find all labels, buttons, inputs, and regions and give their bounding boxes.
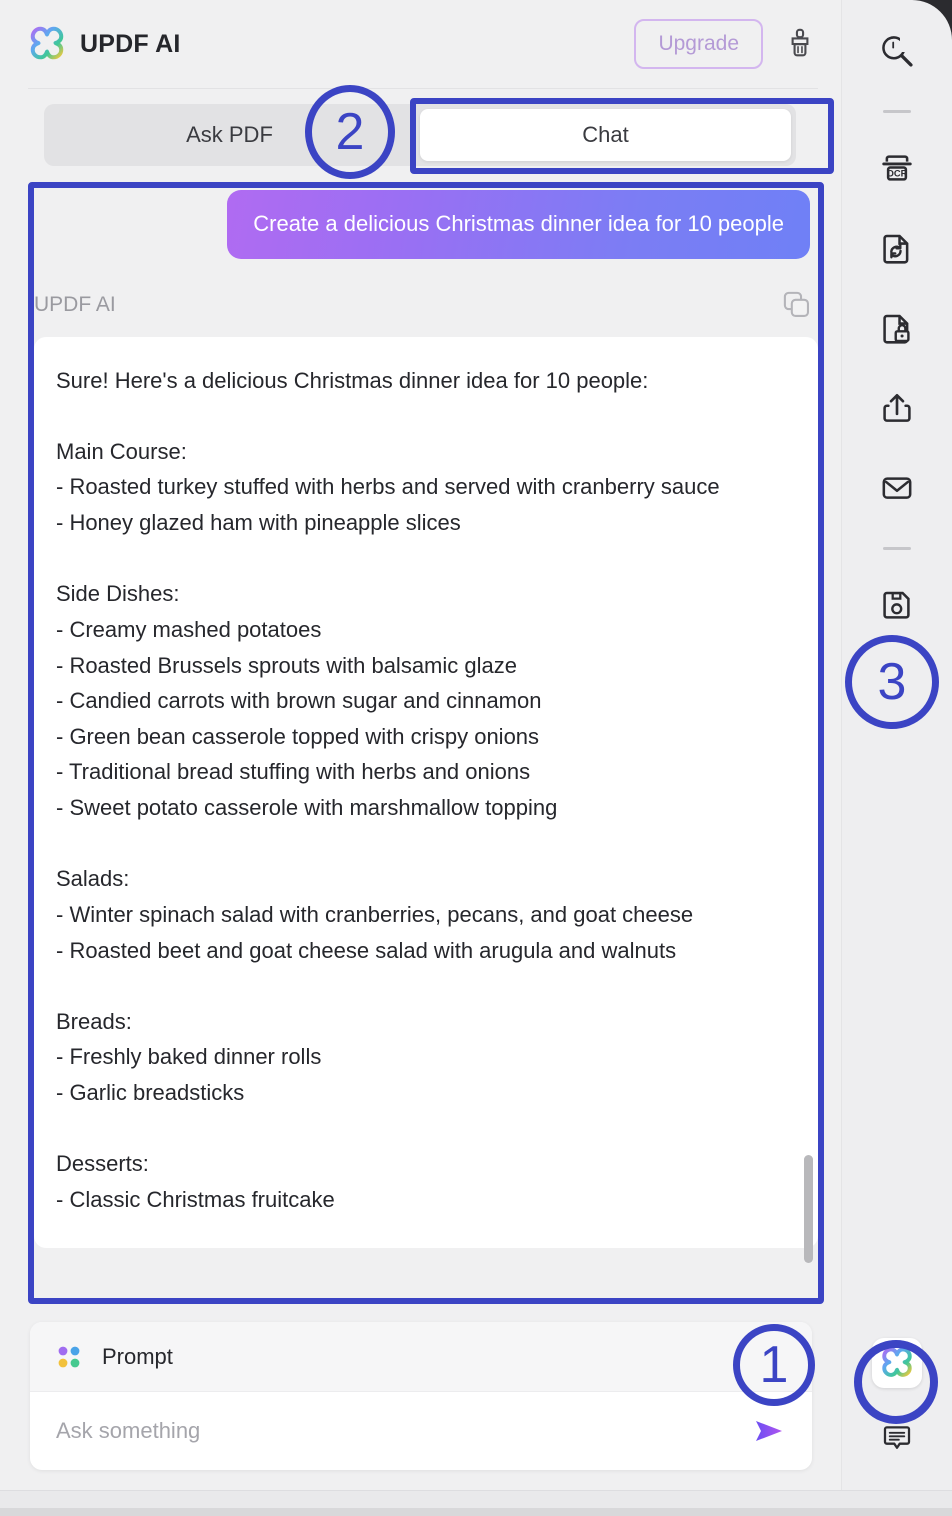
ai-panel: UPDF AI Upgrade Ask PDF Chat Create a de… — [0, 0, 841, 1490]
copy-icon[interactable] — [782, 290, 812, 320]
ask-something-input[interactable] — [56, 1417, 752, 1444]
prompt-header[interactable]: Prompt — [30, 1322, 812, 1392]
brand: UPDF AI — [28, 25, 180, 63]
prompt-card: Prompt — [30, 1322, 812, 1470]
chat-scrollbar-thumb[interactable] — [804, 1155, 813, 1263]
toolbar-bottom-group — [870, 1338, 924, 1464]
svg-text:OCR: OCR — [887, 169, 908, 179]
email-icon[interactable] — [870, 461, 924, 515]
convert-document-icon[interactable] — [870, 221, 924, 275]
tab-ask-pdf[interactable]: Ask PDF — [44, 104, 415, 166]
ocr-icon[interactable]: OCR — [870, 141, 924, 195]
four-dots-icon — [56, 1344, 82, 1370]
protect-document-icon[interactable] — [870, 301, 924, 355]
header-divider — [28, 88, 818, 89]
toolbar-divider-1 — [883, 110, 911, 113]
user-message-row: Create a delicious Christmas dinner idea… — [34, 190, 818, 259]
page-title: UPDF AI — [80, 29, 181, 58]
ai-author-label: UPDF AI — [34, 292, 116, 316]
updf-ai-logo-icon[interactable] — [872, 1338, 922, 1388]
comment-bubble-icon[interactable] — [870, 1410, 924, 1464]
right-toolbar: OCR — [841, 0, 952, 1490]
header-actions: Upgrade — [634, 19, 815, 69]
chat-scroll-area[interactable]: Create a delicious Christmas dinner idea… — [34, 190, 818, 1298]
toolbar-divider-2 — [883, 547, 911, 550]
prompt-label: Prompt — [102, 1343, 173, 1369]
send-arrow-icon[interactable] — [752, 1416, 786, 1446]
upgrade-button[interactable]: Upgrade — [634, 19, 763, 69]
ai-message-header: UPDF AI — [34, 285, 818, 325]
panel-header: UPDF AI Upgrade — [0, 0, 841, 88]
ai-message-bubble: Sure! Here's a delicious Christmas dinne… — [34, 336, 818, 1248]
tab-chat[interactable]: Chat — [420, 109, 791, 161]
mode-tabs: Ask PDF Chat — [44, 104, 796, 166]
save-disk-icon[interactable] — [870, 578, 924, 632]
updf-ai-window: UPDF AI Upgrade Ask PDF Chat Create a de… — [0, 0, 952, 1516]
updf-clover-logo-icon — [28, 25, 66, 63]
share-export-icon[interactable] — [870, 381, 924, 435]
brush-icon[interactable] — [785, 28, 815, 60]
prompt-input-row — [30, 1392, 812, 1469]
window-bottom-edge — [0, 1508, 952, 1516]
user-message-bubble: Create a delicious Christmas dinner idea… — [227, 190, 810, 259]
